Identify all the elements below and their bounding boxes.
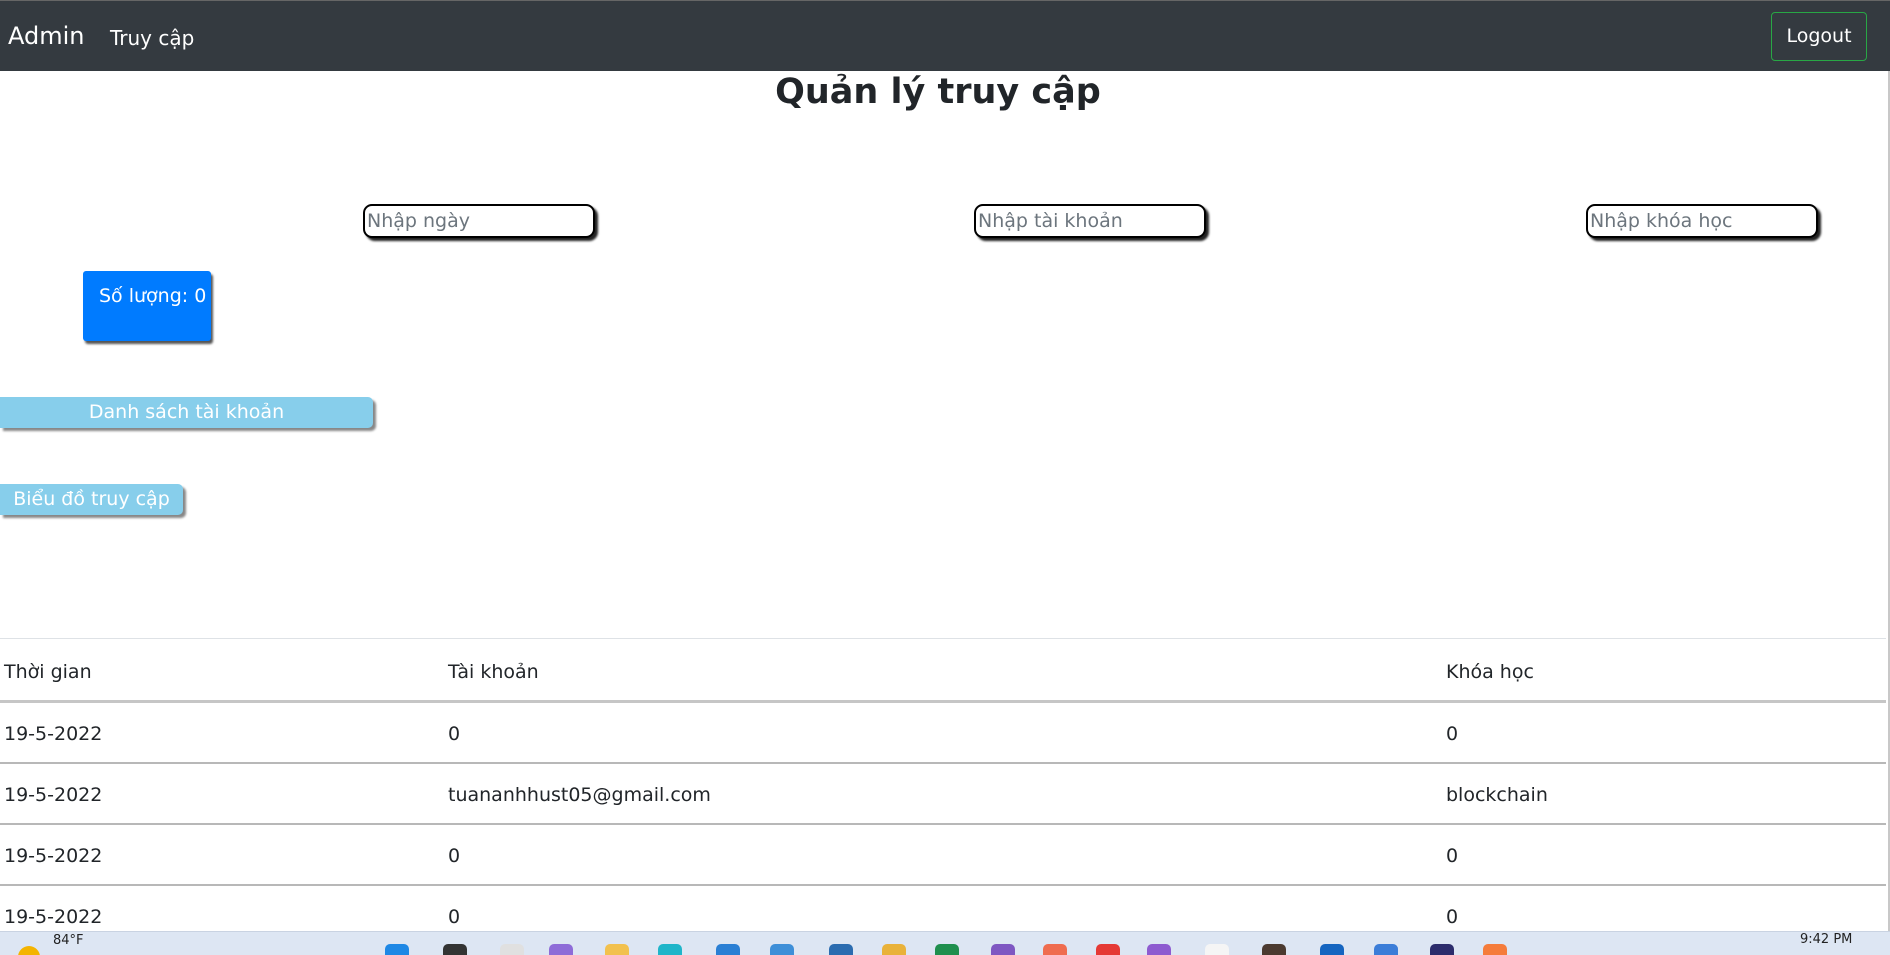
table-header-row: Thời gian Tài khoản Khóa học	[0, 638, 1886, 703]
vscode-icon[interactable]	[716, 944, 740, 955]
visual-studio-icon[interactable]	[991, 944, 1015, 955]
cell-account: 0	[444, 823, 1442, 886]
cell-time: 19-5-2022	[0, 762, 444, 825]
page-title: Quản lý truy cập	[775, 72, 1101, 112]
account-filter-input[interactable]	[974, 204, 1206, 238]
visual-studio-preview-icon[interactable]	[1147, 944, 1171, 955]
cell-course: 0	[1442, 701, 1886, 764]
cell-course: 0	[1442, 823, 1886, 886]
chat-icon[interactable]	[549, 944, 573, 955]
top-navbar: Admin Truy cập Logout	[0, 0, 1890, 71]
app-icon-purple[interactable]	[1430, 944, 1454, 955]
table-row: 19-5-2022 0 0	[0, 823, 1886, 886]
generic-app-icon[interactable]	[1205, 944, 1229, 955]
mail-icon[interactable]	[770, 944, 794, 955]
photo-app-icon[interactable]	[1262, 944, 1286, 955]
count-value: 0	[194, 285, 207, 307]
column-header-time: Thời gian	[0, 638, 444, 703]
table-row: 19-5-2022 0 0	[0, 701, 1886, 764]
cell-course: blockchain	[1442, 762, 1886, 825]
nav-link-access[interactable]: Truy cập	[110, 26, 194, 50]
column-header-account: Tài khoản	[444, 638, 1442, 703]
taskbar-clock[interactable]: 9:42 PM	[1800, 932, 1852, 947]
weather-icon[interactable]	[18, 946, 40, 955]
settings-app-icon[interactable]	[1374, 944, 1398, 955]
account-list-button[interactable]: Danh sách tài khoản	[0, 397, 373, 428]
count-label: Số lượng:	[99, 285, 189, 307]
access-chart-button[interactable]: Biểu đồ truy cập	[0, 484, 183, 515]
edge-browser-icon[interactable]	[658, 944, 682, 955]
cell-time: 19-5-2022	[0, 701, 444, 764]
date-filter-input[interactable]	[363, 204, 595, 238]
search-icon[interactable]	[443, 944, 467, 955]
chrome-icon[interactable]	[1096, 944, 1120, 955]
excel-icon[interactable]	[935, 944, 959, 955]
file-explorer-icon[interactable]	[605, 944, 629, 955]
cell-account: tuananhhust05@gmail.com	[444, 762, 1442, 825]
postman-icon[interactable]	[1043, 944, 1067, 955]
access-table: Thời gian Tài khoản Khóa học 19-5-2022 0…	[0, 638, 1886, 947]
task-view-icon[interactable]	[500, 944, 524, 955]
column-header-course: Khóa học	[1442, 638, 1886, 703]
photoshop-icon[interactable]	[829, 944, 853, 955]
table-row: 19-5-2022 tuananhhust05@gmail.com blockc…	[0, 762, 1886, 825]
windows-taskbar: 84°F 9:42 PM	[0, 931, 1890, 955]
folder-icon[interactable]	[882, 944, 906, 955]
cell-account: 0	[444, 701, 1442, 764]
weather-temperature[interactable]: 84°F	[53, 933, 84, 948]
logout-button[interactable]: Logout	[1771, 12, 1867, 61]
app-icon-blue[interactable]	[1320, 944, 1344, 955]
cell-time: 19-5-2022	[0, 823, 444, 886]
count-badge: Số lượng: 0	[83, 271, 211, 341]
app-icon-orange[interactable]	[1483, 944, 1507, 955]
brand-admin[interactable]: Admin	[8, 22, 85, 50]
windows-start-icon[interactable]	[385, 944, 409, 955]
course-filter-input[interactable]	[1586, 204, 1818, 238]
